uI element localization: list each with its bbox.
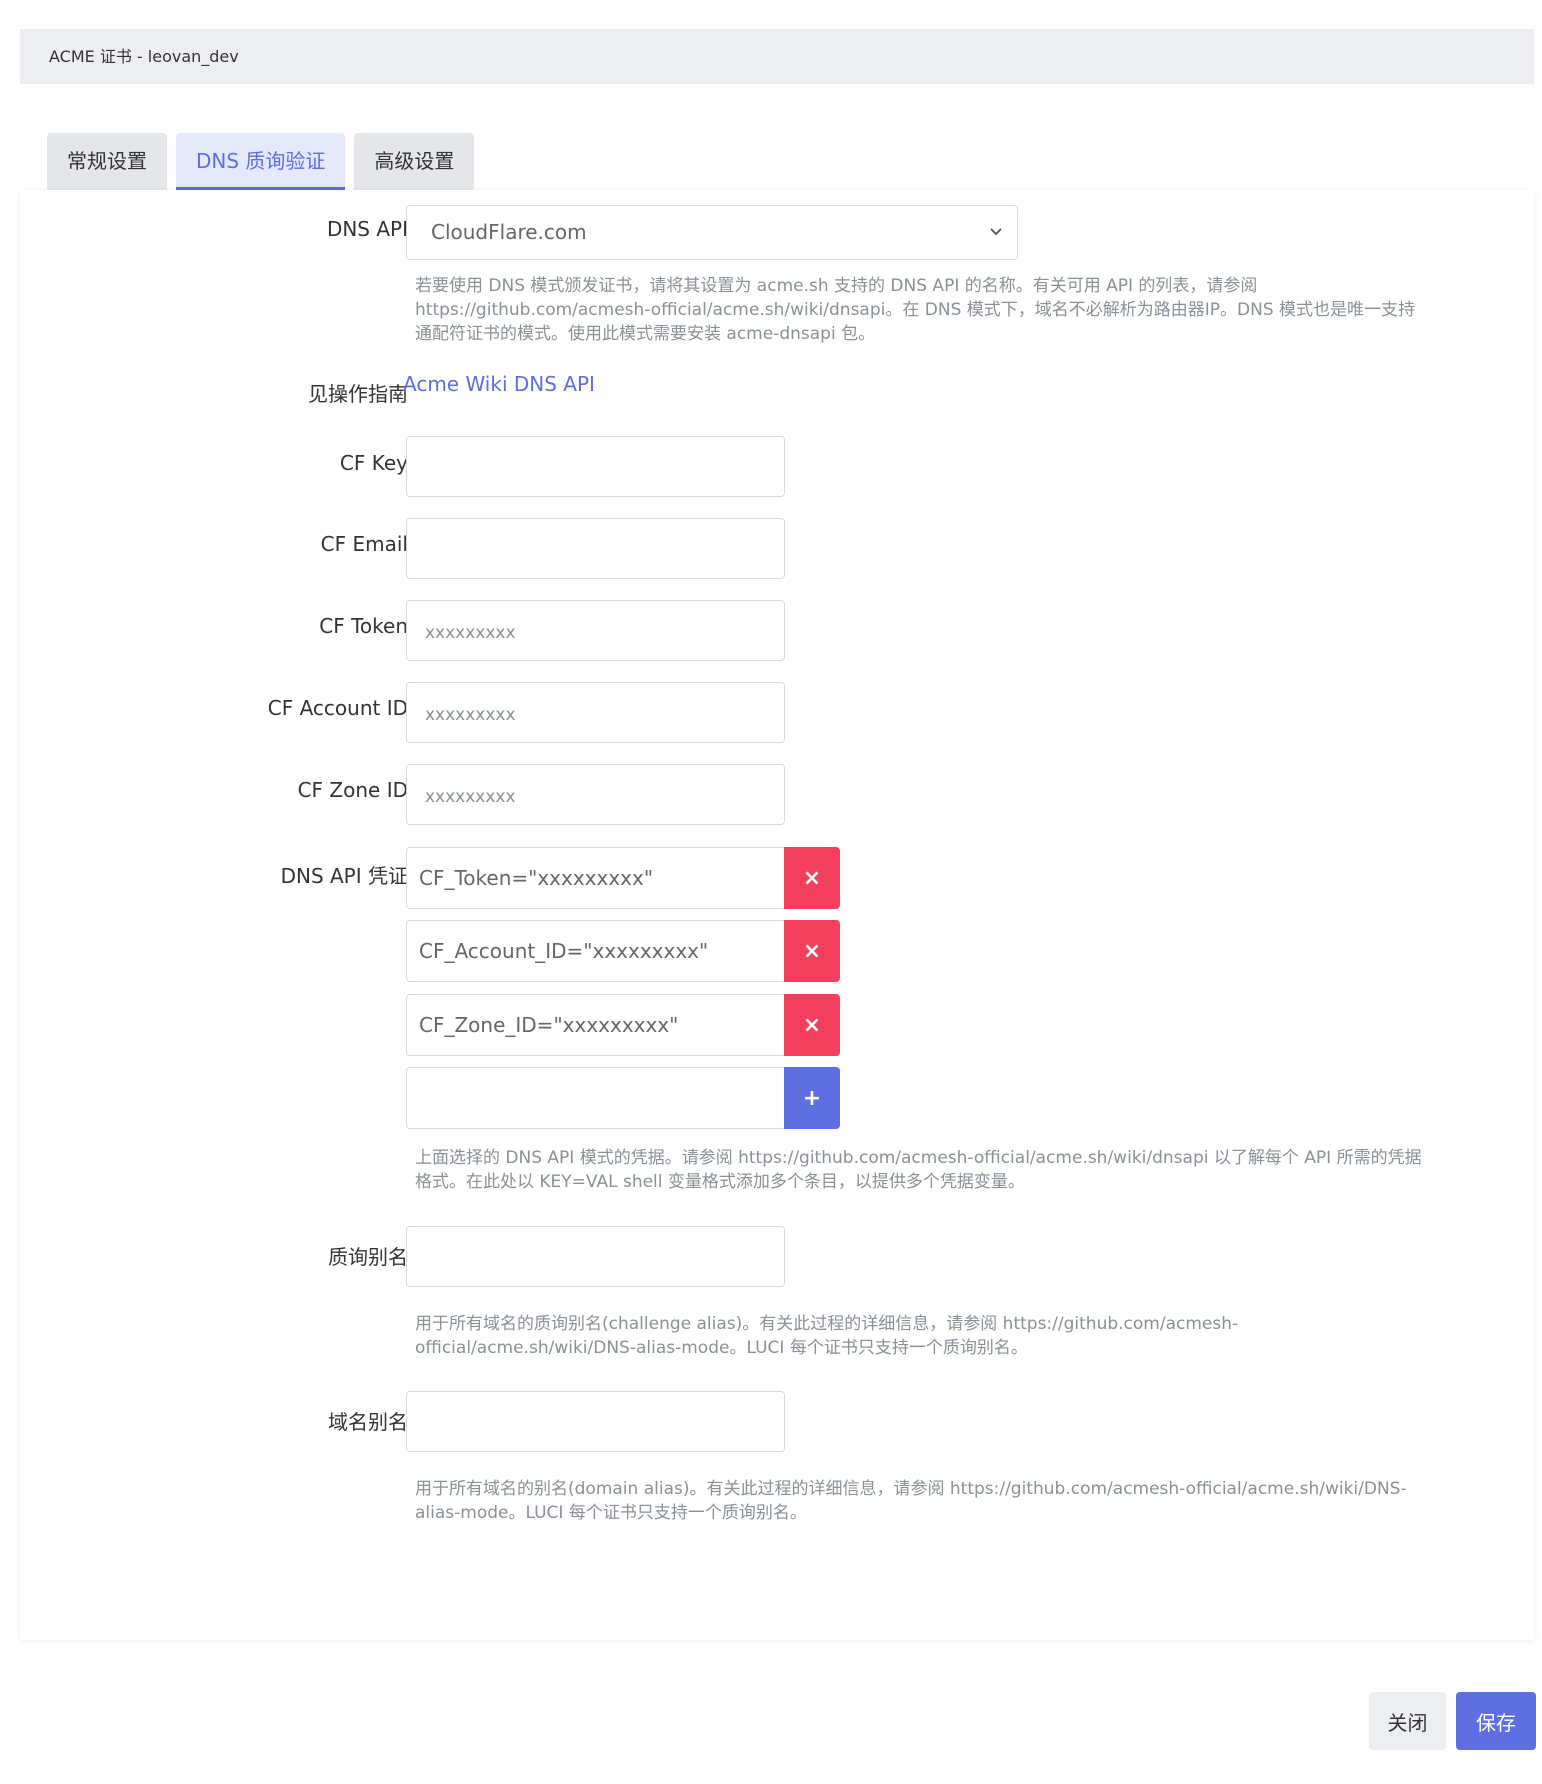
help-line: 通配符证书的模式。使用此模式需要安装 acme-dnsapi 包。 [415,324,876,344]
credentials-label: DNS API 凭证 [280,864,408,888]
cf-zone-id-label: CF Zone ID [297,778,408,802]
dns-api-help: 若要使用 DNS 模式颁发证书，请将其设置为 acme.sh 支持的 DNS A… [415,274,1515,346]
new-credential-input[interactable] [406,1067,784,1129]
help-line: alias-mode。LUCI 每个证书只支持一个质询别名。 [415,1503,807,1523]
cf-key-label: CF Key [339,451,408,475]
domain-alias-help: 用于所有域名的别名(domain alias)。有关此过程的详细信息，请参阅 h… [415,1477,1515,1525]
dialog-title: ACME 证书 - leovan_dev [20,29,1534,84]
credential-new-entry: + [406,1067,840,1129]
dns-api-select-value: CloudFlare.com [431,220,587,244]
credential-entry: × [406,847,840,909]
save-button[interactable]: 保存 [1456,1692,1536,1750]
help-line: 用于所有域名的别名(domain alias)。有关此过程的详细信息，请参阅 h… [415,1479,1407,1499]
cf-email-input[interactable] [406,518,785,579]
cf-token-input[interactable] [406,600,785,661]
cf-token-label: CF Token [319,614,408,638]
remove-credential-button[interactable]: × [784,994,840,1056]
help-line: official/acme.sh/wiki/DNS-alias-mode。LUC… [415,1338,1028,1358]
tab-general-settings[interactable]: 常规设置 [47,133,167,190]
remove-credential-button[interactable]: × [784,847,840,909]
cf-email-label: CF Email [320,532,408,556]
remove-credential-button[interactable]: × [784,920,840,982]
tab-bar: 常规设置 DNS 质询验证 高级设置 [47,133,475,190]
credentials-help: 上面选择的 DNS API 模式的凭据。请参阅 https://github.c… [415,1146,1515,1194]
credential-entry: × [406,994,840,1056]
dns-api-select[interactable]: CloudFlare.com [406,205,1018,260]
domain-alias-label: 域名别名 [328,1410,408,1434]
acme-wiki-dns-api-link[interactable]: Acme Wiki DNS API [403,372,595,396]
challenge-alias-label: 质询别名 [328,1245,408,1269]
tab-dns-challenge[interactable]: DNS 质询验证 [176,133,346,190]
dns-api-label: DNS API [326,217,408,241]
settings-panel: DNS API CloudFlare.com 若要使用 DNS 模式颁发证书，请… [20,190,1534,1640]
close-button[interactable]: 关闭 [1369,1692,1446,1750]
cf-zone-id-input[interactable] [406,764,785,825]
tab-advanced-settings[interactable]: 高级设置 [354,133,475,190]
add-credential-button[interactable]: + [784,1067,840,1129]
challenge-alias-input[interactable] [406,1226,785,1287]
guide-label: 见操作指南 [308,382,408,406]
credential-entry: × [406,920,840,982]
cf-account-id-label: CF Account ID [267,696,408,720]
credential-input[interactable] [406,920,784,982]
help-line: 上面选择的 DNS API 模式的凭据。请参阅 https://github.c… [415,1148,1422,1168]
cf-account-id-input[interactable] [406,682,785,743]
chevron-down-icon [989,206,1003,280]
help-line: https://github.com/acmesh-official/acme.… [415,300,1416,320]
help-line: 用于所有域名的质询别名(challenge alias)。有关此过程的详细信息，… [415,1314,1239,1334]
credential-input[interactable] [406,994,784,1056]
help-line: 若要使用 DNS 模式颁发证书，请将其设置为 acme.sh 支持的 DNS A… [415,276,1258,296]
domain-alias-input[interactable] [406,1391,785,1452]
challenge-alias-help: 用于所有域名的质询别名(challenge alias)。有关此过程的详细信息，… [415,1312,1515,1360]
help-line: 格式。在此处以 KEY=VAL shell 变量格式添加多个条目，以提供多个凭据… [415,1172,1025,1192]
cf-key-input[interactable] [406,436,785,497]
credential-input[interactable] [406,847,784,909]
